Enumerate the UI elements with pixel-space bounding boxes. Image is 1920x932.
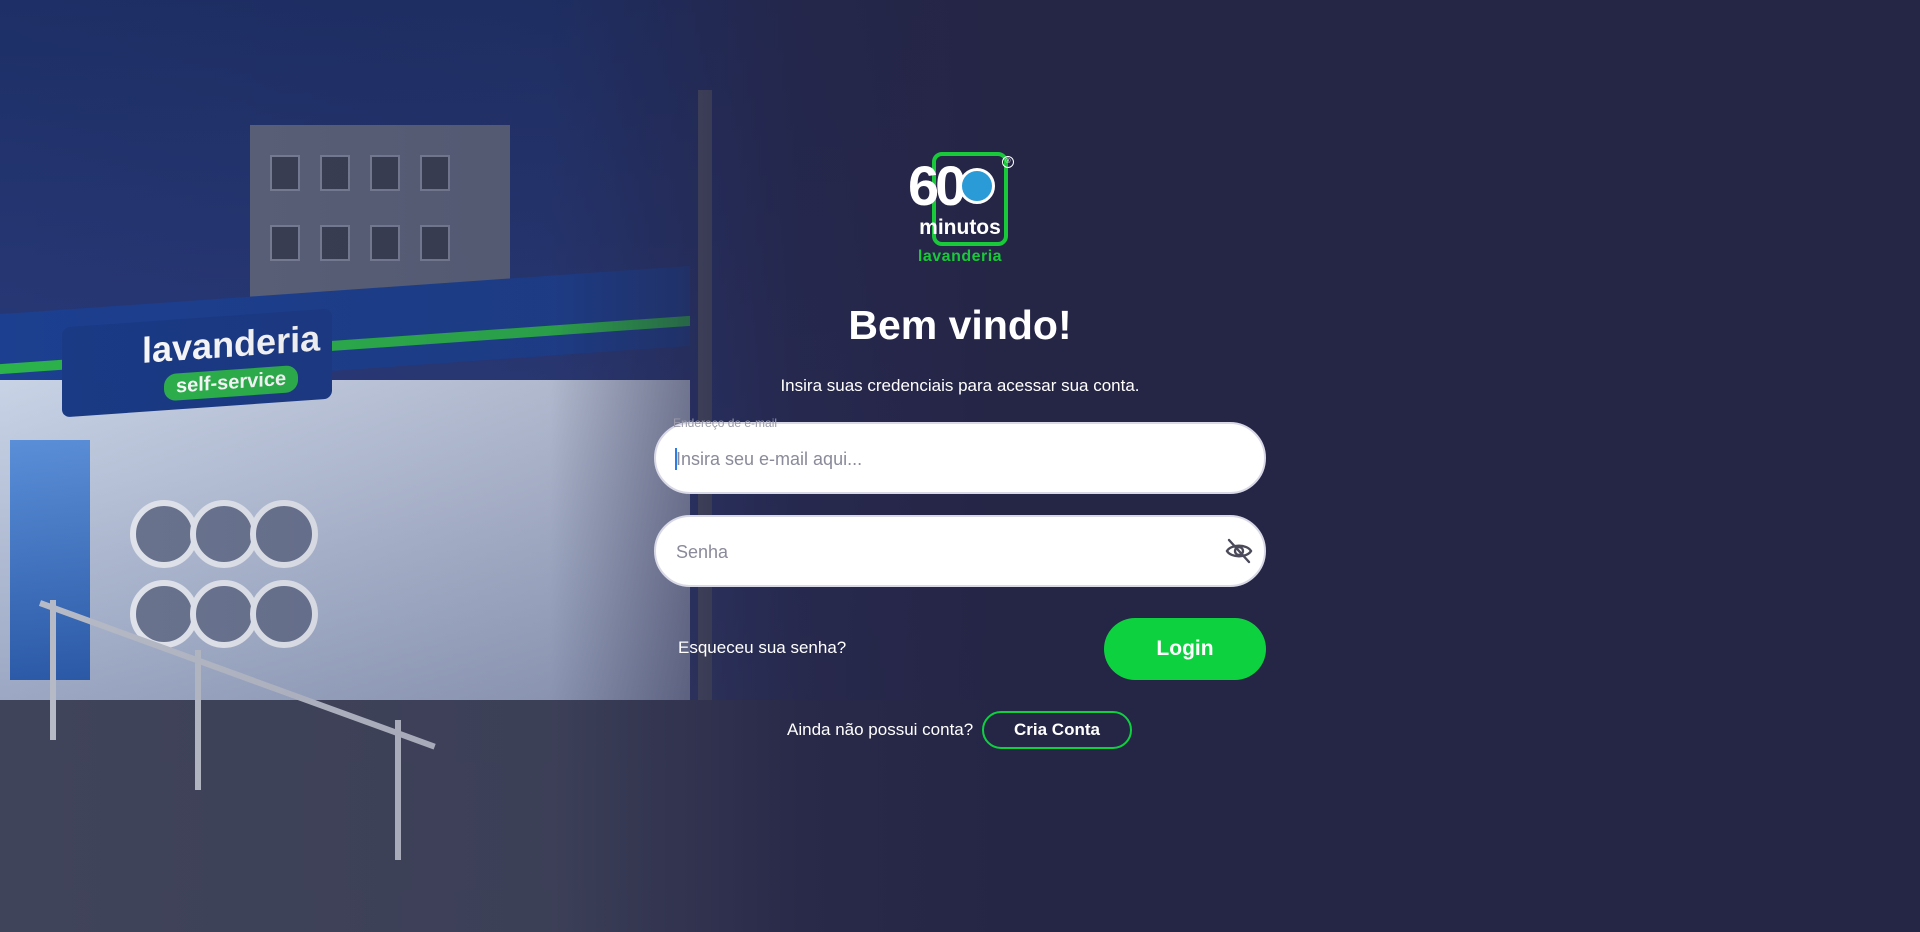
page-title: Bem vindo! [848, 302, 1072, 348]
brand-logo: 60 ® minutos lavanderia [908, 150, 1014, 268]
create-account-button[interactable]: Cria Conta [982, 711, 1132, 749]
email-label: Endereço de e-mail [673, 416, 778, 430]
password-input[interactable] [674, 517, 1218, 587]
handrail-post [395, 720, 401, 860]
eye-off-icon[interactable] [1224, 537, 1254, 565]
store-sign-pill: self-service [164, 364, 299, 402]
store-poster [10, 440, 90, 680]
clock-icon [959, 168, 995, 204]
login-button[interactable]: Login [1104, 618, 1266, 680]
store-sign: lavanderia self-service [62, 308, 332, 418]
background-building [250, 125, 510, 335]
no-account-text: Ainda não possui conta? [787, 720, 974, 739]
handrail-post [195, 650, 201, 790]
logo-word: minutos [919, 216, 1001, 239]
store-stripe [0, 315, 690, 375]
logo-subword: lavanderia [917, 248, 1003, 265]
text-caret [675, 448, 677, 470]
email-input[interactable] [674, 424, 1218, 494]
email-field[interactable] [654, 422, 1266, 494]
page-subtitle: Insira suas credenciais para acessar sua… [780, 376, 1140, 395]
forgot-password-link[interactable]: Esqueceu sua senha? [678, 638, 846, 658]
password-field[interactable] [654, 515, 1266, 587]
store-roof [0, 265, 690, 395]
registered-mark: ® [1002, 156, 1014, 168]
logo-number: 60 [908, 154, 966, 217]
store-front [0, 380, 690, 710]
store-sign-text: lavanderia [142, 317, 321, 371]
handrail [38, 600, 436, 750]
handrail-post [50, 600, 56, 740]
